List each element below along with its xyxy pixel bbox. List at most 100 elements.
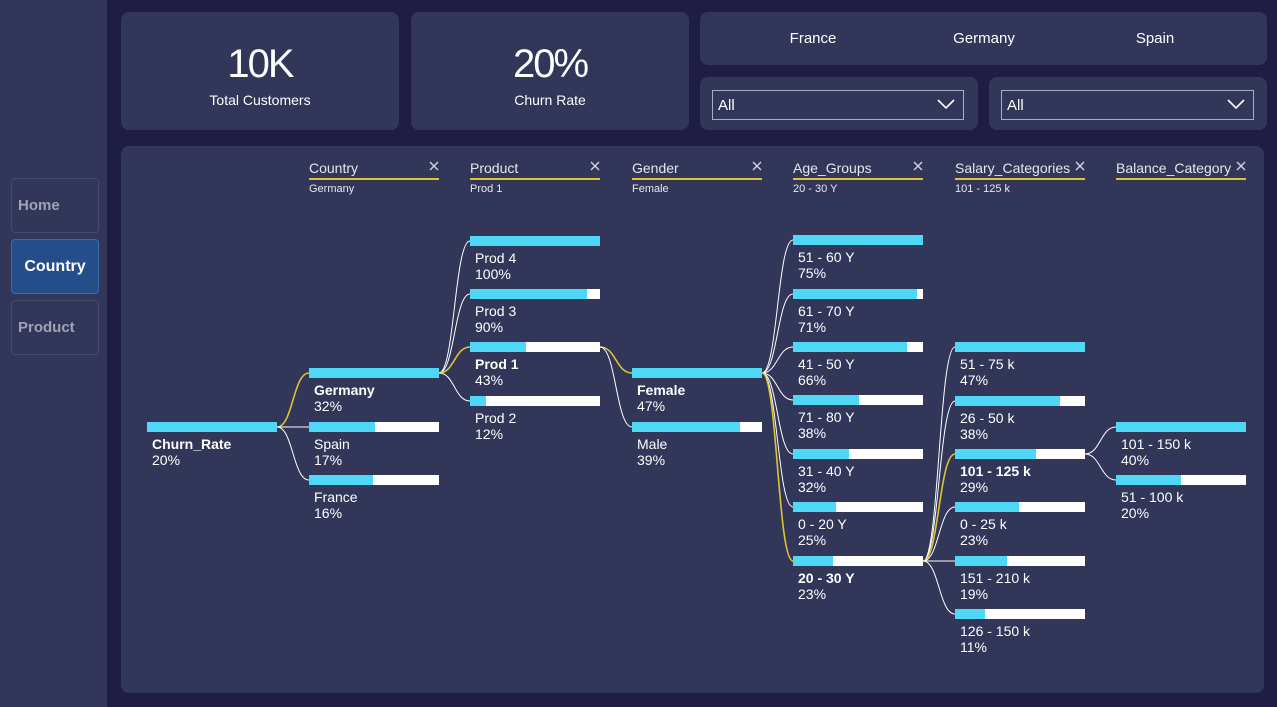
node-bar[interactable]	[793, 289, 923, 299]
tree-node[interactable]: 51 - 100 k 20%	[1116, 475, 1246, 521]
dropdown-select-1[interactable]: All	[712, 90, 964, 120]
node-bar[interactable]	[955, 396, 1085, 406]
tree-node[interactable]: 26 - 50 k 38%	[955, 396, 1085, 442]
churn-rate-card: 20% Churn Rate	[411, 12, 689, 130]
node-bar[interactable]	[309, 475, 439, 485]
node-label: 151 - 210 k	[960, 570, 1031, 586]
tree-node[interactable]: Prod 1 43%	[470, 342, 600, 388]
tree-node[interactable]: Spain 17%	[309, 422, 439, 468]
close-icon[interactable]	[752, 161, 762, 171]
node-label: 101 - 125 k	[960, 463, 1031, 479]
close-icon[interactable]	[1075, 161, 1085, 171]
node-bar-fill	[793, 556, 833, 566]
node-bar[interactable]	[470, 289, 600, 299]
node-value: 75%	[798, 265, 827, 281]
tree-header-label[interactable]: Country	[309, 159, 439, 178]
node-bar[interactable]	[470, 396, 600, 406]
tree-node[interactable]: 31 - 40 Y 32%	[793, 449, 923, 495]
tree-node[interactable]: Male 39%	[632, 422, 762, 468]
node-bar[interactable]	[309, 368, 439, 378]
node-bar-fill	[1116, 475, 1181, 485]
node-bar[interactable]	[955, 502, 1085, 512]
node-bar[interactable]	[470, 236, 600, 246]
node-bar[interactable]	[470, 342, 600, 352]
node-value: 39%	[637, 452, 666, 468]
chevron-down-icon	[937, 99, 955, 110]
node-label: 126 - 150 k	[960, 623, 1031, 639]
node-bar[interactable]	[309, 422, 439, 432]
node-value: 20%	[1121, 505, 1150, 521]
tree-header-label[interactable]: Salary_Categories	[955, 159, 1085, 178]
tree-header-label[interactable]: Age_Groups	[793, 159, 923, 178]
tree-header-salary-categories: Salary_Categories 101 - 125 k	[955, 159, 1085, 195]
node-value: 23%	[960, 532, 989, 548]
tree-node[interactable]: Germany 32%	[309, 368, 439, 414]
node-bar[interactable]	[955, 556, 1085, 566]
tree-root-node[interactable]: Churn_Rate 20%	[147, 422, 277, 468]
tree-header-label[interactable]: Gender	[632, 159, 762, 178]
tree-node[interactable]: 0 - 20 Y 25%	[793, 502, 923, 548]
tree-header-label[interactable]: Product	[470, 159, 600, 178]
node-bar-fill	[955, 502, 1019, 512]
tree-node[interactable]: 61 - 70 Y 71%	[793, 289, 923, 335]
node-bar[interactable]	[632, 422, 762, 432]
node-label: Spain	[314, 436, 350, 452]
node-bar[interactable]	[793, 342, 923, 352]
node-bar[interactable]	[793, 449, 923, 459]
node-bar[interactable]	[955, 449, 1085, 459]
nav-product-button[interactable]: Product	[11, 300, 99, 355]
tree-node[interactable]: Prod 4 100%	[470, 236, 600, 282]
node-value: 16%	[314, 505, 343, 521]
tree-node[interactable]: France 16%	[309, 475, 439, 521]
node-bar[interactable]	[1116, 422, 1246, 432]
node-value: 38%	[960, 426, 989, 442]
node-bar-fill	[955, 556, 1007, 566]
node-value: 40%	[1121, 452, 1150, 468]
node-value: 23%	[798, 586, 827, 602]
nav-country-button[interactable]: Country	[11, 239, 99, 294]
tree-node[interactable]: 51 - 75 k 47%	[955, 342, 1085, 388]
node-bar[interactable]	[1116, 475, 1246, 485]
tree-header-gender: Gender Female	[632, 159, 762, 195]
close-icon[interactable]	[429, 161, 439, 171]
tree-node[interactable]: 41 - 50 Y 66%	[793, 342, 923, 388]
node-value: 47%	[960, 372, 989, 388]
tree-node[interactable]: 126 - 150 k 11%	[955, 609, 1085, 655]
tree-node[interactable]: 20 - 30 Y 23%	[793, 556, 923, 602]
node-bar[interactable]	[147, 422, 277, 432]
tree-node[interactable]: Prod 3 90%	[470, 289, 600, 335]
node-bar-fill	[955, 342, 1085, 352]
node-bar-fill	[793, 289, 917, 299]
tree-header-selection: 20 - 30 Y	[793, 183, 838, 195]
close-icon[interactable]	[1236, 161, 1246, 171]
close-icon[interactable]	[913, 161, 923, 171]
slicer-option-germany[interactable]: Germany	[900, 12, 1068, 64]
slicer-option-spain[interactable]: Spain	[1070, 12, 1240, 64]
tree-node[interactable]: Prod 2 12%	[470, 396, 600, 442]
node-bar[interactable]	[955, 609, 1085, 619]
tree-header-label[interactable]: Balance_Category	[1116, 159, 1246, 178]
node-bar[interactable]	[793, 235, 923, 245]
node-bar[interactable]	[955, 342, 1085, 352]
tree-node[interactable]: 101 - 150 k 40%	[1116, 422, 1246, 468]
dropdown-value-2: All	[1007, 96, 1024, 114]
tree-node[interactable]: 51 - 60 Y 75%	[793, 235, 923, 281]
node-value: 12%	[475, 426, 504, 442]
dropdown-select-2[interactable]: All	[1001, 90, 1254, 120]
tree-node[interactable]: 151 - 210 k 19%	[955, 556, 1085, 602]
nav-home-button[interactable]: Home	[11, 178, 99, 233]
node-bar[interactable]	[793, 395, 923, 405]
node-bar[interactable]	[632, 368, 762, 378]
close-icon[interactable]	[590, 161, 600, 171]
tree-node[interactable]: Female 47%	[632, 368, 762, 414]
node-bar-fill	[470, 396, 486, 406]
tree-node[interactable]: 0 - 25 k 23%	[955, 502, 1085, 548]
header-underline	[1116, 178, 1246, 180]
node-bar[interactable]	[793, 556, 923, 566]
tree-node[interactable]: 101 - 125 k 29%	[955, 449, 1085, 495]
node-bar[interactable]	[793, 502, 923, 512]
node-value: 19%	[960, 586, 989, 602]
tree-node[interactable]: 71 - 80 Y 38%	[793, 395, 923, 441]
slicer-option-france[interactable]: France	[728, 12, 898, 64]
tree-connector	[761, 372, 794, 508]
